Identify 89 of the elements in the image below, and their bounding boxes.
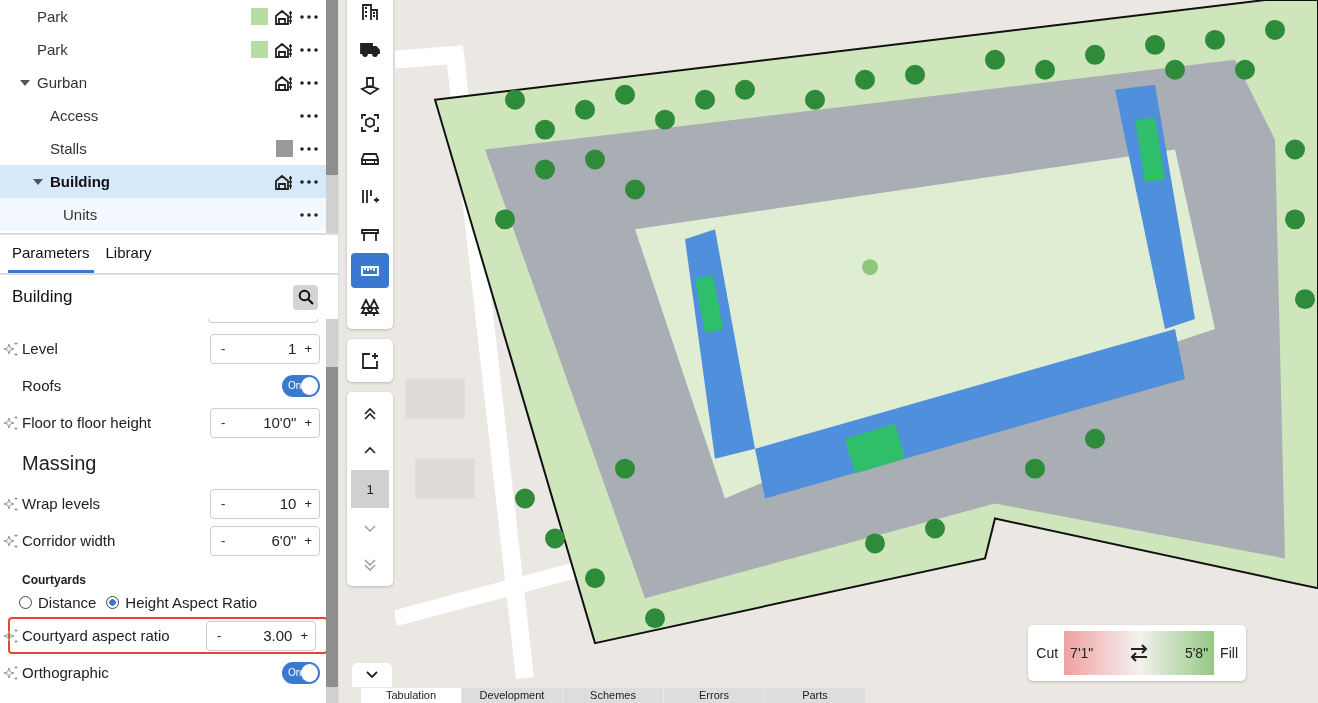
bottom-tab[interactable]: Development xyxy=(462,688,562,703)
stepper-field[interactable]: - 6'0" + xyxy=(210,525,320,556)
parameter-label: Wrap levels xyxy=(22,495,101,512)
tree-item[interactable]: Stalls xyxy=(0,132,326,165)
toggle-switch[interactable]: On xyxy=(282,374,320,397)
building-icon[interactable] xyxy=(275,41,293,58)
swap-icon[interactable] xyxy=(1129,644,1150,662)
search-icon xyxy=(297,289,314,305)
increment-button[interactable]: + xyxy=(304,415,312,430)
scrollbar-thumb[interactable] xyxy=(326,367,338,687)
parameter-label: Level xyxy=(22,340,58,357)
stepper-field[interactable]: - 1 + xyxy=(210,333,320,364)
building-icon[interactable] xyxy=(275,8,293,25)
tree-item-label: Building xyxy=(50,173,110,190)
fill-label: Fill xyxy=(1220,645,1238,661)
bottom-tab[interactable]: Schemes xyxy=(563,688,663,703)
stepper-value: 3.00 xyxy=(262,627,294,644)
tree-item-label: Access xyxy=(50,107,99,124)
tree-item[interactable]: Park xyxy=(0,33,326,66)
buildings-icon xyxy=(360,1,380,22)
parameter-label: Corridor width xyxy=(22,532,116,549)
radio-button[interactable] xyxy=(106,595,120,609)
building-icon[interactable] xyxy=(275,74,293,91)
group-label: Courtyards xyxy=(22,573,86,587)
decrement-button[interactable]: - xyxy=(221,341,226,356)
parameter-label: Floor to floor height xyxy=(22,414,152,431)
chevron-down-icon xyxy=(365,670,379,680)
decrement-button[interactable]: - xyxy=(217,628,222,643)
caret-icon[interactable] xyxy=(33,178,43,185)
caret-icon[interactable] xyxy=(20,79,30,86)
panel-tab[interactable]: Parameters xyxy=(8,235,94,273)
tree-item[interactable]: Units xyxy=(0,198,326,231)
square-plus-icon xyxy=(360,350,380,371)
bottom-tab[interactable]: Errors xyxy=(664,688,764,703)
fill-value: 5'8" xyxy=(1184,645,1209,661)
more-icon[interactable] xyxy=(300,14,318,19)
parameter-label: Roofs xyxy=(22,377,62,394)
building-icon[interactable] xyxy=(275,173,293,190)
stepper-value: 10'0" xyxy=(262,414,298,431)
stepper-field[interactable]: - 3.00 + xyxy=(206,620,316,651)
radio-option[interactable]: Distance xyxy=(19,593,97,611)
increment-button[interactable]: + xyxy=(304,533,312,548)
parameter-label: Courtyard aspect ratio xyxy=(22,627,170,644)
stepper-value: 10 xyxy=(278,495,298,512)
building-on-plane-icon xyxy=(360,75,380,96)
tree-item-label: Units xyxy=(63,206,98,223)
tree-item[interactable]: Gurban xyxy=(0,66,326,99)
more-icon[interactable] xyxy=(300,80,318,85)
radio-button[interactable] xyxy=(19,595,32,609)
collapse-button[interactable] xyxy=(352,663,392,687)
scrollbar-thumb[interactable] xyxy=(326,0,338,175)
stepper-value: 1 xyxy=(287,340,298,357)
cut-label: Cut xyxy=(1036,645,1059,661)
current-level: 1 xyxy=(351,470,389,508)
tree-item-label: Stalls xyxy=(50,140,87,157)
stepper-field[interactable]: - 10 + xyxy=(210,488,320,519)
more-icon[interactable] xyxy=(300,179,318,184)
decrement-button[interactable]: - xyxy=(221,415,226,430)
trees-icon xyxy=(360,297,380,318)
more-icon[interactable] xyxy=(300,113,318,118)
radio-option[interactable]: Height Aspect Ratio xyxy=(106,593,258,611)
increment-button[interactable]: + xyxy=(304,341,312,356)
tree-item[interactable]: Access xyxy=(0,99,326,132)
more-icon[interactable] xyxy=(300,212,318,217)
bottom-tab[interactable]: Parts xyxy=(765,688,865,703)
tree-item[interactable]: Building xyxy=(0,165,326,198)
cube-in-frame-icon xyxy=(360,112,380,133)
tree-item-label: Park xyxy=(37,41,68,58)
stepper-value: 6'0" xyxy=(270,532,298,549)
panel-tab[interactable]: Library xyxy=(101,235,156,273)
search-button[interactable] xyxy=(293,284,318,310)
decrement-button[interactable]: - xyxy=(221,496,226,511)
double-chevron-down-icon xyxy=(363,557,377,572)
section-heading: Massing xyxy=(22,451,97,475)
tree-item-label: Gurban xyxy=(37,74,88,91)
increment-button[interactable]: + xyxy=(304,496,312,511)
parameter-label: Orthographic xyxy=(22,664,109,681)
tree-item-label: Park xyxy=(37,8,68,25)
toggle-switch[interactable]: On xyxy=(282,661,320,684)
tree-item[interactable]: Park xyxy=(0,0,326,33)
section-title: Building xyxy=(12,287,73,307)
bottom-tab[interactable]: Tabulation xyxy=(361,688,461,703)
cut-value: 7'1" xyxy=(1070,645,1094,661)
double-chevron-up-icon xyxy=(363,406,377,421)
stepper-field[interactable]: - 10'0" + xyxy=(210,407,320,438)
increment-button[interactable]: + xyxy=(300,628,308,643)
decrement-button[interactable]: - xyxy=(221,533,226,548)
more-icon[interactable] xyxy=(300,47,318,52)
more-icon[interactable] xyxy=(300,146,318,151)
